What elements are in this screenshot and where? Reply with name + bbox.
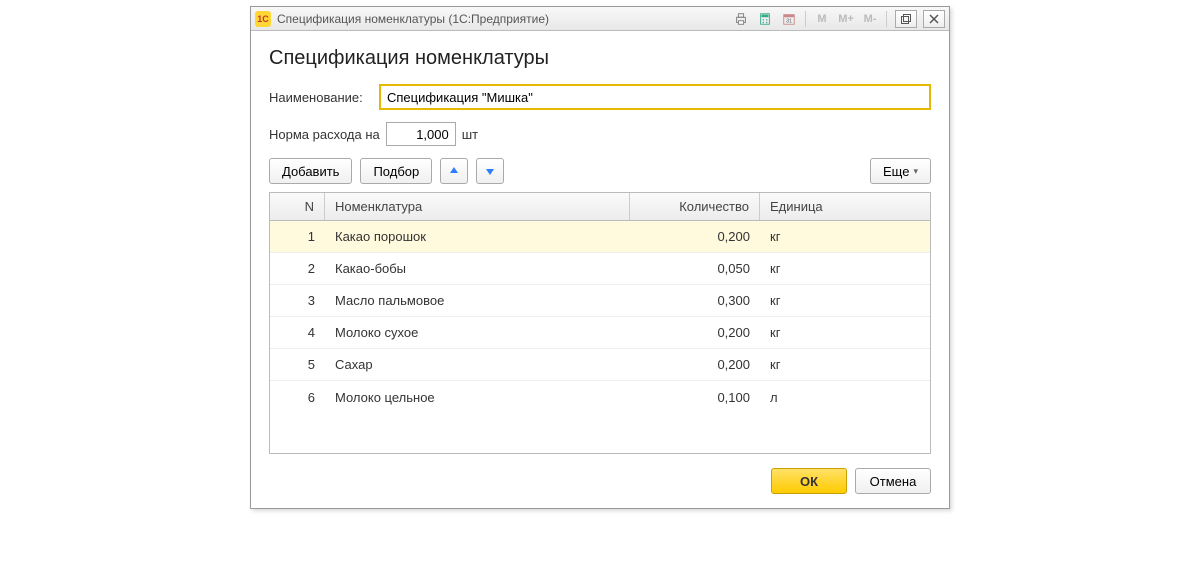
app-icon: 1C [255, 11, 271, 27]
table-row[interactable]: 3Масло пальмовое0,300кг [270, 285, 930, 317]
page-title: Спецификация номенклатуры [269, 47, 931, 70]
pick-button[interactable]: Подбор [360, 158, 432, 184]
table-row[interactable]: 6Молоко цельное0,100л [270, 381, 930, 413]
cell-unit: кг [760, 349, 930, 380]
table-row[interactable]: 5Сахар0,200кг [270, 349, 930, 381]
move-down-button[interactable] [476, 158, 504, 184]
table-row[interactable]: 4Молоко сухое0,200кг [270, 317, 930, 349]
cell-qty: 0,050 [630, 253, 760, 284]
cell-nom: Сахар [325, 349, 630, 380]
rate-input[interactable] [386, 122, 456, 146]
grid-toolbar: Добавить Подбор Еще ▾ [269, 158, 931, 184]
cell-unit: кг [760, 317, 930, 348]
add-button[interactable]: Добавить [269, 158, 352, 184]
mem-m-minus: M- [860, 10, 880, 28]
cell-qty: 0,200 [630, 221, 760, 252]
rate-unit: шт [462, 127, 478, 142]
cell-unit: кг [760, 253, 930, 284]
mem-m: M [812, 10, 832, 28]
content: Спецификация номенклатуры Наименование: … [251, 31, 949, 508]
chevron-down-icon: ▾ [913, 166, 918, 177]
name-input[interactable] [379, 84, 931, 110]
calc-icon[interactable] [755, 10, 775, 28]
cell-qty: 0,200 [630, 317, 760, 348]
cell-nom: Какао порошок [325, 221, 630, 252]
grid: N Номенклатура Количество Единица 1Какао… [269, 192, 931, 454]
cell-n: 4 [270, 317, 325, 348]
cell-qty: 0,200 [630, 349, 760, 380]
mem-m-plus: M+ [836, 10, 856, 28]
move-up-button[interactable] [440, 158, 468, 184]
cell-nom: Молоко сухое [325, 317, 630, 348]
table-row[interactable]: 2Какао-бобы0,050кг [270, 253, 930, 285]
titlebar: 1C Спецификация номенклатуры (1С:Предпри… [251, 7, 949, 31]
cell-unit: кг [760, 221, 930, 252]
cell-nom: Какао-бобы [325, 253, 630, 284]
cell-n: 5 [270, 349, 325, 380]
cancel-button[interactable]: Отмена [855, 468, 931, 494]
col-header-nom[interactable]: Номенклатура [325, 193, 630, 220]
cell-n: 2 [270, 253, 325, 284]
cell-qty: 0,100 [630, 381, 760, 413]
footer: ОК Отмена [269, 468, 931, 494]
grid-empty-space [270, 413, 930, 453]
cell-nom: Молоко цельное [325, 381, 630, 413]
cell-nom: Масло пальмовое [325, 285, 630, 316]
name-label: Наименование: [269, 90, 379, 105]
print-icon[interactable] [731, 10, 751, 28]
restore-button[interactable] [895, 10, 917, 28]
grid-header: N Номенклатура Количество Единица [270, 193, 930, 221]
more-label: Еще [883, 164, 909, 179]
col-header-unit[interactable]: Единица [760, 193, 930, 220]
window-title: Спецификация номенклатуры (1С:Предприяти… [277, 12, 549, 26]
cell-n: 3 [270, 285, 325, 316]
col-header-n[interactable]: N [270, 193, 325, 220]
cell-qty: 0,300 [630, 285, 760, 316]
col-header-qty[interactable]: Количество [630, 193, 760, 220]
ok-button[interactable]: ОК [771, 468, 847, 494]
name-row: Наименование: [269, 84, 931, 110]
close-button[interactable] [923, 10, 945, 28]
svg-text:31: 31 [786, 18, 792, 24]
cell-unit: л [760, 381, 930, 413]
table-row[interactable]: 1Какао порошок0,200кг [270, 221, 930, 253]
calendar-icon[interactable]: 31 [779, 10, 799, 28]
grid-body: 1Какао порошок0,200кг2Какао-бобы0,050кг3… [270, 221, 930, 413]
cell-unit: кг [760, 285, 930, 316]
titlebar-tools: 31 M M+ M- [731, 10, 945, 28]
rate-label: Норма расхода на [269, 127, 380, 142]
rate-row: Норма расхода на шт [269, 122, 931, 146]
cell-n: 6 [270, 381, 325, 413]
more-button[interactable]: Еще ▾ [870, 158, 931, 184]
cell-n: 1 [270, 221, 325, 252]
window: 1C Спецификация номенклатуры (1С:Предпри… [250, 6, 950, 509]
